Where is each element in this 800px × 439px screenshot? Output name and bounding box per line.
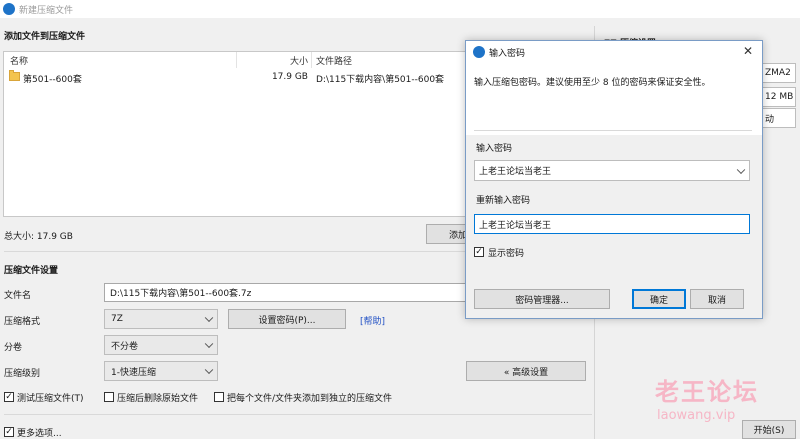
column-size[interactable]: 大小 xyxy=(284,54,308,67)
reenter-value: 上老王论坛当老王 xyxy=(479,220,552,231)
level-select[interactable]: 1-快速压缩 xyxy=(104,361,218,381)
file-row-path: D:\115下载内容\第501--600套 xyxy=(316,75,445,85)
password-combo[interactable]: 上老王论坛当老王 xyxy=(474,160,750,181)
divider xyxy=(4,414,592,415)
folder-icon xyxy=(9,70,20,81)
delete-original-checkbox[interactable] xyxy=(104,392,114,402)
column-name[interactable]: 名称 xyxy=(10,54,28,67)
column-separator xyxy=(311,52,312,68)
dictionary-value: 12 MB xyxy=(765,92,794,102)
threads-value: 动 xyxy=(765,114,775,125)
dialog-hint: 输入压缩包密码。建议使用至少 8 位的密码来保证安全性。 xyxy=(474,78,711,88)
format-label: 压缩格式 xyxy=(4,317,41,327)
chevron-down-icon xyxy=(204,313,214,323)
column-path[interactable]: 文件路径 xyxy=(316,54,352,67)
ok-button[interactable]: 确定 xyxy=(632,289,686,309)
files-section-title: 添加文件到压缩文件 xyxy=(4,32,86,42)
column-separator xyxy=(236,52,237,68)
format-select[interactable]: 7Z xyxy=(104,309,218,329)
ok-label: 确定 xyxy=(649,295,668,306)
app-icon xyxy=(3,3,15,15)
level-value: 1-快速压缩 xyxy=(111,367,156,378)
method-value: ZMA2 xyxy=(765,68,791,78)
advanced-settings-label: « 高级设置 xyxy=(503,367,549,378)
dialog-divider xyxy=(474,130,752,131)
reenter-label: 重新输入密码 xyxy=(476,196,531,206)
delete-original-label: 压缩后删除原始文件 xyxy=(117,394,199,404)
separate-archives-label: 把每个文件/文件夹添加到独立的压缩文件 xyxy=(227,394,393,404)
total-size: 总大小: 17.9 GB xyxy=(4,232,73,242)
help-link[interactable]: [帮助] xyxy=(360,314,385,327)
more-options-label[interactable]: 更多选项... xyxy=(17,426,62,439)
chevron-down-icon xyxy=(204,365,214,375)
more-options-checkbox[interactable]: ✓ xyxy=(4,427,14,437)
watermark-url: laowang.vip xyxy=(657,408,736,423)
file-row-size: 17.9 GB xyxy=(271,72,308,82)
cancel-button[interactable]: 取消 xyxy=(690,289,744,309)
split-label: 分卷 xyxy=(4,343,23,353)
dialog-app-icon xyxy=(473,46,485,58)
filename-value: D:\115下载内容\第501--600套.7z xyxy=(110,289,252,299)
test-archive-checkbox[interactable]: ✓ xyxy=(4,392,14,402)
start-button[interactable]: 开始(S) xyxy=(742,420,796,439)
cancel-label: 取消 xyxy=(707,295,726,306)
format-value: 7Z xyxy=(111,314,123,324)
password-label: 输入密码 xyxy=(476,144,513,154)
advanced-settings-button[interactable]: « 高级设置 xyxy=(466,361,586,381)
split-value: 不分卷 xyxy=(111,341,139,352)
window-title: 新建压缩文件 xyxy=(19,6,74,16)
password-manager-label: 密码管理器... xyxy=(515,295,569,306)
set-password-button[interactable]: 设置密码(P)... xyxy=(228,309,346,329)
split-select[interactable]: 不分卷 xyxy=(104,335,218,355)
file-row-name[interactable]: 第501--600套 xyxy=(23,72,82,85)
password-manager-button[interactable]: 密码管理器... xyxy=(474,289,610,309)
settings-section-title: 压缩文件设置 xyxy=(4,266,59,276)
set-password-label: 设置密码(P)... xyxy=(258,315,316,326)
level-label: 压缩级别 xyxy=(4,369,41,379)
dialog-title: 输入密码 xyxy=(489,49,526,59)
chevron-down-icon xyxy=(736,165,746,174)
close-icon[interactable]: ✕ xyxy=(743,44,753,58)
show-password-label: 显示密码 xyxy=(488,249,525,259)
watermark-text: 老王论坛 xyxy=(655,378,759,406)
reenter-password-input[interactable]: 上老王论坛当老王 xyxy=(474,214,750,234)
chevron-down-icon xyxy=(204,339,214,349)
show-password-checkbox[interactable]: ✓ xyxy=(474,247,484,257)
title-bar xyxy=(0,0,800,18)
start-button-label: 开始(S) xyxy=(753,426,785,436)
separate-archives-checkbox[interactable] xyxy=(214,392,224,402)
password-value: 上老王论坛当老王 xyxy=(479,167,552,177)
test-archive-label: 测试压缩文件(T) xyxy=(17,394,84,404)
filename-label: 文件名 xyxy=(4,291,32,301)
filename-input[interactable]: D:\115下载内容\第501--600套.7z xyxy=(104,283,474,302)
